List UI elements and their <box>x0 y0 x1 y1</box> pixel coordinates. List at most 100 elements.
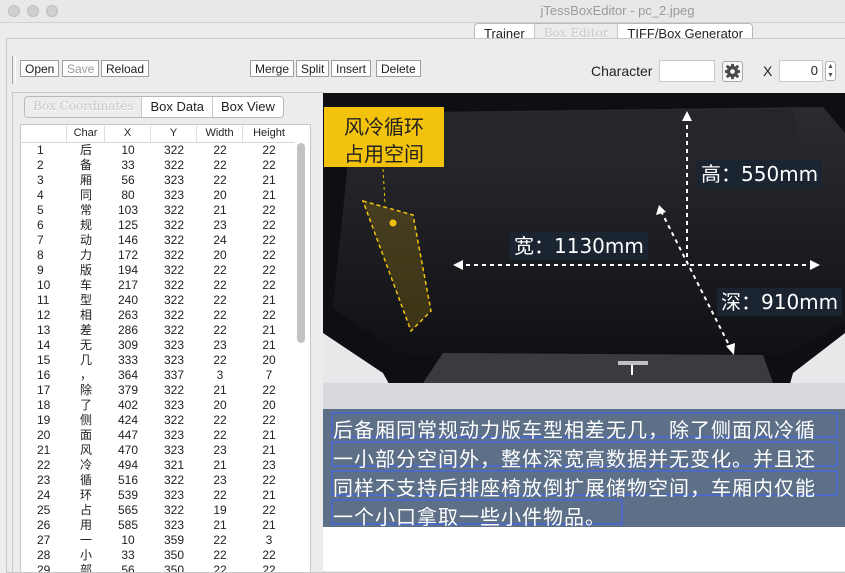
gear-icon[interactable] <box>722 61 743 82</box>
row-index: 4 <box>37 188 44 202</box>
y-cell: 323 <box>163 518 185 532</box>
width-cell: 20 <box>213 398 227 412</box>
y-cell: 322 <box>163 233 185 247</box>
table-row[interactable]: 16 ， 364 337 3 7 <box>21 368 295 383</box>
table-row[interactable]: 1 后 10 322 22 22 <box>21 143 295 158</box>
x-stepper[interactable]: ▲ ▼ <box>825 61 836 81</box>
height-cell: 22 <box>262 503 276 517</box>
title-bar: jTessBoxEditor - pc_2.jpeg <box>0 0 845 23</box>
column-header-height[interactable]: Height <box>243 125 295 142</box>
table-row[interactable]: 3 厢 56 323 22 21 <box>21 173 295 188</box>
char-cell: 除 <box>79 383 92 397</box>
tab-box-view[interactable]: Box View <box>213 97 283 117</box>
tab-box-data[interactable]: Box Data <box>142 97 213 117</box>
x-cell: 10 <box>121 533 135 547</box>
merge-button[interactable]: Merge <box>250 60 295 77</box>
width-cell: 24 <box>213 233 227 247</box>
char-cell: 无 <box>79 338 92 352</box>
width-cell: 22 <box>213 353 227 367</box>
table-row[interactable]: 8 力 172 322 20 22 <box>21 248 295 263</box>
table-scrollbar[interactable] <box>297 143 305 343</box>
split-button[interactable]: Split <box>296 60 330 77</box>
table-row[interactable]: 28 小 33 350 22 22 <box>21 548 295 563</box>
character-label: Character <box>591 63 653 79</box>
char-cell: 同 <box>79 188 92 202</box>
table-row[interactable]: 17 除 379 322 21 22 <box>21 383 295 398</box>
character-input[interactable] <box>659 60 715 82</box>
column-header-index[interactable] <box>21 125 67 142</box>
insert-button[interactable]: Insert <box>331 60 372 77</box>
image-viewer[interactable]: 风冷循环 占用空间 高：550mm 宽：1130mm 深：910mm 后备厢同常… <box>323 93 845 571</box>
column-header-char[interactable]: Char <box>67 125 105 142</box>
table-body: 1 后 10 322 22 22 2 备 33 322 22 22 3 厢 56 323 22 21 4 同 80 323… <box>21 143 295 572</box>
table-row[interactable]: 25 占 565 322 19 22 <box>21 503 295 518</box>
width-cell: 3 <box>216 368 224 382</box>
y-cell: 323 <box>163 428 185 442</box>
box-tabbar: Box Coordinates Box Data Box View <box>24 96 284 118</box>
width-cell: 22 <box>213 323 227 337</box>
x-input[interactable]: 0 <box>779 60 823 82</box>
row-index: 25 <box>37 503 51 517</box>
x-cell: 240 <box>117 293 139 307</box>
column-header-width[interactable]: Width <box>197 125 243 142</box>
table-row[interactable]: 2 备 33 322 22 22 <box>21 158 295 173</box>
table-row[interactable]: 13 差 286 322 22 21 <box>21 323 295 338</box>
table-row[interactable]: 29 部 56 350 22 22 <box>21 563 295 572</box>
x-cell: 364 <box>117 368 139 382</box>
height-cell: 7 <box>265 368 273 382</box>
x-cell: 494 <box>117 458 139 472</box>
airflow-tag-line1: 风冷循环 <box>344 115 424 139</box>
table-row[interactable]: 15 几 333 323 22 20 <box>21 353 295 368</box>
y-cell: 323 <box>163 353 185 367</box>
row-index: 6 <box>37 218 44 232</box>
width-cell: 23 <box>213 443 227 457</box>
table-row[interactable]: 23 循 516 322 23 22 <box>21 473 295 488</box>
table-row[interactable]: 7 动 146 322 24 22 <box>21 233 295 248</box>
row-index: 27 <box>37 533 51 547</box>
x-cell: 103 <box>117 203 139 217</box>
char-cell: 冷 <box>79 458 92 472</box>
row-index: 23 <box>37 473 51 487</box>
table-row[interactable]: 10 车 217 322 22 22 <box>21 278 295 293</box>
table-row[interactable]: 21 风 470 323 23 21 <box>21 443 295 458</box>
table-row[interactable]: 6 规 125 322 23 22 <box>21 218 295 233</box>
height-cell: 22 <box>262 158 276 172</box>
char-cell: 车 <box>79 278 92 292</box>
column-header-y[interactable]: Y <box>151 125 197 142</box>
table-row[interactable]: 9 版 194 322 22 22 <box>21 263 295 278</box>
table-row[interactable]: 12 相 263 322 22 22 <box>21 308 295 323</box>
y-cell: 322 <box>163 308 185 322</box>
open-button[interactable]: Open <box>20 60 60 77</box>
table-row[interactable]: 4 同 80 323 20 21 <box>21 188 295 203</box>
table-row[interactable]: 5 常 103 322 21 22 <box>21 203 295 218</box>
x-cell: 33 <box>121 548 135 562</box>
x-cell: 402 <box>117 398 139 412</box>
row-index: 3 <box>37 173 44 187</box>
depth-dimension-label: 深：910mm <box>717 288 843 316</box>
table-row[interactable]: 20 面 447 323 22 21 <box>21 428 295 443</box>
table-row[interactable]: 27 一 10 359 22 3 <box>21 533 295 548</box>
toolbar-grip[interactable] <box>12 56 16 84</box>
x-cell: 333 <box>117 353 139 367</box>
row-index: 17 <box>37 383 51 397</box>
char-cell: 风 <box>79 443 92 457</box>
table-row[interactable]: 22 冷 494 321 21 23 <box>21 458 295 473</box>
table-row[interactable]: 18 了 402 323 20 20 <box>21 398 295 413</box>
table-row[interactable]: 26 用 585 323 21 21 <box>21 518 295 533</box>
height-cell: 22 <box>262 233 276 247</box>
row-index: 5 <box>37 203 44 217</box>
column-header-x[interactable]: X <box>105 125 151 142</box>
row-index: 19 <box>37 413 51 427</box>
char-cell: 占 <box>79 503 92 517</box>
table-row[interactable]: 14 无 309 323 23 21 <box>21 338 295 353</box>
delete-button[interactable]: Delete <box>376 60 421 77</box>
y-cell: 322 <box>163 218 185 232</box>
table-row[interactable]: 19 侧 424 322 22 22 <box>21 413 295 428</box>
table-row[interactable]: 11 型 240 322 22 21 <box>21 293 295 308</box>
tab-box-coordinates[interactable]: Box Coordinates <box>25 97 143 117</box>
height-cell: 20 <box>262 353 276 367</box>
table-row[interactable]: 24 环 539 323 22 21 <box>21 488 295 503</box>
height-cell: 21 <box>262 173 276 187</box>
reload-button[interactable]: Reload <box>101 60 150 77</box>
x-cell: 80 <box>121 188 135 202</box>
